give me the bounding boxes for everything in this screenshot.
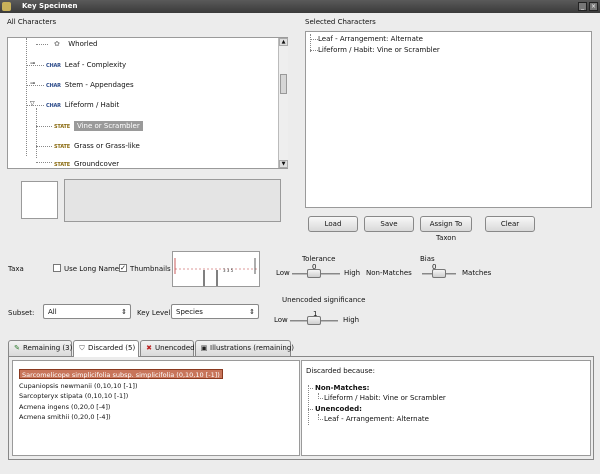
character-description-box bbox=[64, 179, 281, 222]
app-icon bbox=[2, 2, 11, 11]
svg-text:3 3 5: 3 3 5 bbox=[223, 268, 234, 273]
window-title: Key Specimen bbox=[22, 2, 78, 10]
assign-to-taxon-button[interactable]: Assign To Taxon bbox=[420, 216, 472, 242]
tab-content-panel: Sarcomelicope simplicifolia subsp. simpl… bbox=[8, 356, 594, 460]
char-icon: CHAR bbox=[46, 83, 61, 89]
clear-button[interactable]: Clear bbox=[485, 216, 535, 232]
list-item[interactable]: Acmena smithii (0,20,0 [-4]) bbox=[19, 412, 111, 422]
list-item[interactable]: Sarcomelicope simplicifolia subsp. simpl… bbox=[19, 369, 223, 379]
state-icon: STATE bbox=[54, 144, 70, 150]
x-mark-icon: ✖ bbox=[146, 344, 152, 352]
scroll-down-icon[interactable]: ▼ bbox=[279, 160, 288, 168]
unencoded-label: Unencoded: bbox=[315, 405, 362, 413]
tree-row-leaf-complexity[interactable]: CHAR Leaf - Complexity bbox=[46, 59, 126, 71]
all-characters-tree[interactable]: ✿ Whorled ⊸ CHAR Leaf - Complexity ⊸ CHAR… bbox=[7, 37, 288, 169]
tree-row-whorled[interactable]: ✿ Whorled bbox=[54, 38, 97, 50]
expand-toggle-icon[interactable]: ⊸ bbox=[30, 60, 35, 67]
tree-row-stem-appendages[interactable]: CHAR Stem - Appendages bbox=[46, 79, 134, 91]
state-icon: STATE bbox=[54, 124, 70, 130]
bias-label: Bias bbox=[420, 255, 435, 263]
taxa-histogram: 3 3 5 bbox=[172, 251, 260, 287]
subset-label: Subset: bbox=[8, 309, 35, 317]
expand-toggle-icon[interactable]: ⊸ bbox=[30, 80, 35, 87]
non-match-item: Lifeform / Habit: Vine or Scrambler bbox=[324, 394, 446, 402]
picture-icon: ▣ bbox=[200, 344, 208, 352]
use-long-names-checkbox[interactable] bbox=[53, 264, 61, 272]
tolerance-label: Tolerance bbox=[302, 255, 336, 263]
tree-row-groundcover[interactable]: STATE Groundcover bbox=[54, 158, 119, 168]
tab-illustrations[interactable]: ▣ Illustrations (remaining) bbox=[195, 340, 294, 356]
collapse-toggle-icon[interactable]: ▽ bbox=[30, 100, 35, 107]
unencoded-high-label: High bbox=[343, 316, 360, 324]
selected-item[interactable]: Lifeform / Habit: Vine or Scrambler bbox=[318, 44, 440, 56]
thumbnails-label: Thumbnails bbox=[130, 265, 171, 273]
bias-matches-label: Matches bbox=[462, 269, 492, 277]
load-button[interactable]: Load bbox=[308, 216, 358, 232]
tolerance-slider-knob[interactable] bbox=[307, 269, 321, 278]
minimize-icon[interactable]: _ bbox=[578, 2, 587, 11]
discarded-because-label: Discarded because: bbox=[306, 367, 375, 375]
scroll-thumb[interactable] bbox=[280, 74, 287, 94]
use-long-names-label: Use Long Names bbox=[64, 265, 123, 273]
chevron-down-icon: ⇕ bbox=[121, 308, 127, 316]
list-item[interactable]: Cupaniopsis newmanii (0,10,10 [-1]) bbox=[19, 381, 138, 391]
unencoded-item: Leaf - Arrangement: Alternate bbox=[324, 415, 429, 423]
leaf-icon: ✎ bbox=[14, 344, 20, 352]
unencoded-significance-slider[interactable] bbox=[290, 316, 338, 325]
histogram-graphic: 3 3 5 bbox=[174, 258, 257, 286]
tree-scrollbar[interactable]: ▲ ▼ bbox=[278, 38, 288, 168]
state-icon: STATE bbox=[54, 162, 70, 168]
selected-characters-label: Selected Characters bbox=[305, 18, 376, 26]
key-level-select[interactable]: Species ⇕ bbox=[171, 304, 259, 319]
char-icon: CHAR bbox=[46, 63, 61, 69]
save-button[interactable]: Save bbox=[364, 216, 414, 232]
all-characters-label: All Characters bbox=[7, 18, 57, 26]
non-matches-label: Non-Matches: bbox=[315, 384, 370, 392]
key-level-label: Key Level: bbox=[137, 309, 173, 317]
tab-remaining[interactable]: ✎ Remaining (3) bbox=[8, 340, 72, 356]
selected-characters-list[interactable]: Leaf - Arrangement: Alternate Lifeform /… bbox=[305, 31, 592, 208]
bias-slider-knob[interactable] bbox=[432, 269, 446, 278]
bias-slider[interactable] bbox=[422, 269, 456, 278]
thumbnails-checkbox[interactable]: ✓ bbox=[119, 264, 127, 272]
taxa-label: Taxa bbox=[8, 265, 24, 273]
unencoded-significance-label: Unencoded significance bbox=[282, 296, 366, 304]
tree-row-grass-or-grass-like[interactable]: STATE Grass or Grass-like bbox=[54, 140, 140, 152]
tree-row-lifeform-habit[interactable]: CHAR Lifeform / Habit bbox=[46, 99, 119, 111]
scroll-up-icon[interactable]: ▲ bbox=[279, 38, 288, 46]
subset-select[interactable]: All ⇕ bbox=[43, 304, 131, 319]
list-item[interactable]: Sarcopteryx stipata (0,10,10 [-1]) bbox=[19, 391, 128, 401]
tolerance-high-label: High bbox=[344, 269, 361, 277]
bias-non-matches-label: Non-Matches bbox=[366, 269, 412, 277]
chevron-down-icon: ⇕ bbox=[249, 308, 255, 316]
tab-unencoded[interactable]: ✖ Unencoded bbox=[140, 340, 195, 356]
tree-row-vine-or-scrambler[interactable]: STATE Vine or Scrambler bbox=[54, 120, 143, 132]
unencoded-low-label: Low bbox=[274, 316, 288, 324]
close-icon[interactable]: × bbox=[589, 2, 598, 11]
window-titlebar: Key Specimen _ × bbox=[0, 0, 600, 13]
tolerance-slider[interactable] bbox=[292, 269, 340, 278]
char-icon: CHAR bbox=[46, 103, 61, 109]
leaf-shape-icon: ✿ bbox=[54, 40, 60, 48]
tolerance-low-label: Low bbox=[276, 269, 290, 277]
character-image-thumbnail bbox=[21, 181, 58, 219]
shield-icon: ⛉ bbox=[79, 344, 85, 352]
tab-discarded[interactable]: ⛉ Discarded (5) bbox=[73, 340, 139, 357]
list-item[interactable]: Acmena ingens (0,20,0 [-4]) bbox=[19, 402, 110, 412]
discarded-reasons-panel: Discarded because: Non-Matches: Lifeform… bbox=[301, 360, 591, 456]
unencoded-slider-knob[interactable] bbox=[307, 316, 321, 325]
discarded-taxa-list[interactable]: Sarcomelicope simplicifolia subsp. simpl… bbox=[12, 360, 300, 456]
